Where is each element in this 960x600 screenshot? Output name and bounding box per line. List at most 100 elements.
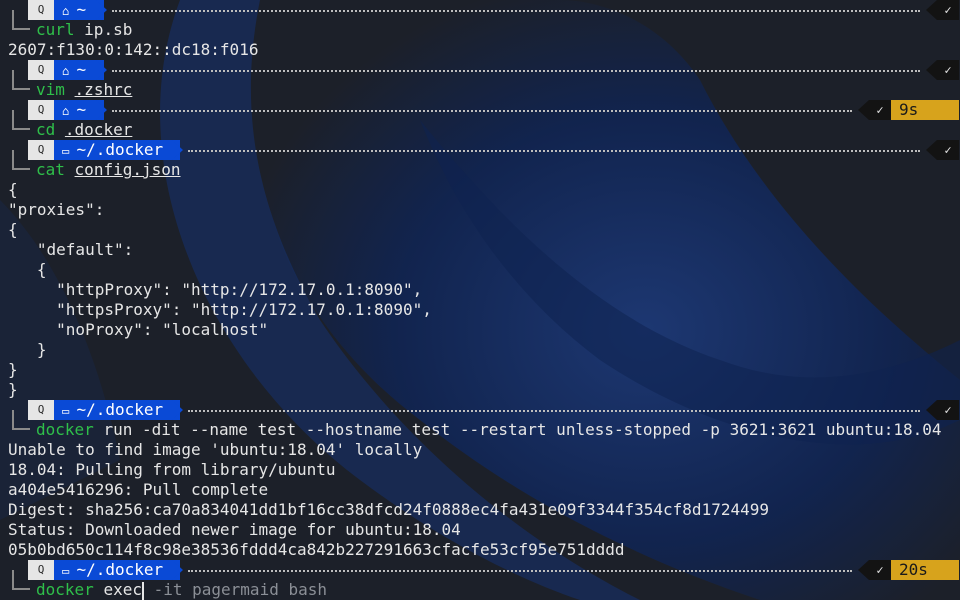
prompt-connector (12, 570, 30, 590)
home-icon: ⌂ (62, 4, 77, 18)
prompt-directory: ▭ ~/.docker (54, 400, 180, 420)
command-line[interactable]: cd .docker (36, 120, 132, 140)
penguin-icon: Q (28, 140, 54, 160)
prompt-line: Q ⌂ ~ ✓ (8, 0, 960, 20)
prompt-line: Q ⌂ ~ ✓ (8, 60, 960, 80)
output-line: a404e5416296: Pull complete (8, 480, 269, 499)
command-name: docker (36, 580, 94, 599)
penguin-icon: Q (28, 60, 54, 80)
command-name: cat (36, 160, 65, 179)
prompt-dotted-fill (188, 410, 920, 412)
status-arrow (858, 560, 869, 580)
prompt-directory-text: ~ (76, 60, 87, 79)
output-line: 05b0bd650c114f8c98e38536fddd4ca842b22729… (8, 540, 625, 559)
command-line[interactable]: curl ip.sb (36, 20, 132, 40)
output-line: 2607:f130:0:142::dc18:f016 (8, 40, 259, 59)
command-name: docker (36, 420, 94, 439)
prompt-connector (12, 110, 30, 130)
status-ok-icon: ✓ (869, 100, 891, 120)
prompt-arrow (172, 560, 183, 580)
command-args: ip.sb (84, 20, 133, 39)
prompt-directory: ▭ ~/.docker (54, 140, 180, 160)
prompt-directory-text: ~/.docker (76, 140, 164, 159)
status-ok-icon: ✓ (937, 400, 959, 420)
prompt-directory-text: ~/.docker (76, 400, 164, 419)
prompt-dotted-fill (112, 70, 920, 72)
command-args: run -dit --name test --hostname test --r… (103, 420, 942, 439)
command-args: config.json (74, 160, 181, 179)
prompt-arrow (96, 0, 107, 20)
prompt-directory-text: ~/.docker (76, 560, 164, 579)
status-ok-icon: ✓ (937, 140, 959, 160)
prompt-directory-text: ~ (76, 100, 87, 119)
output-line: } (8, 340, 47, 359)
command-name: vim (36, 80, 65, 99)
output-line: "httpProxy": "http://172.17.0.1:8090", (8, 280, 423, 299)
status-arrow (858, 100, 869, 120)
autosuggestion-text: -it pagermaid bash (143, 580, 327, 599)
folder-icon: ▭ (62, 144, 77, 158)
command-line[interactable]: docker run -dit --name test --hostname t… (36, 420, 942, 440)
penguin-icon: Q (28, 560, 54, 580)
prompt-line: Q ▭ ~/.docker ✓ (8, 140, 960, 160)
output-line: "httpsProxy": "http://172.17.0.1:8090", (8, 300, 432, 319)
output-line: } (8, 360, 18, 379)
prompt-directory-text: ~ (76, 0, 87, 19)
prompt-arrow (172, 140, 183, 160)
prompt-line: Q ⌂ ~ ✓ 9s (8, 100, 960, 120)
command-args: .docker (64, 120, 133, 139)
output-line: "default": (8, 240, 134, 259)
command-duration: 9s (891, 100, 959, 120)
prompt-arrow (172, 400, 183, 420)
command-duration: 20s (891, 560, 959, 580)
penguin-icon: Q (28, 0, 54, 20)
home-icon: ⌂ (62, 104, 77, 118)
prompt-connector (12, 70, 30, 90)
command-space (55, 120, 65, 139)
typed-text: exec (103, 580, 142, 599)
output-line: { (8, 220, 18, 239)
status-arrow (926, 0, 937, 20)
status-ok-icon: ✓ (937, 60, 959, 80)
penguin-icon: Q (28, 400, 54, 420)
command-space (94, 420, 104, 439)
prompt-line: Q ▭ ~/.docker ✓ (8, 400, 960, 420)
prompt-connector (12, 410, 30, 430)
prompt-dotted-fill (188, 570, 852, 572)
folder-icon: ▭ (62, 564, 77, 578)
status-arrow (926, 140, 937, 160)
command-args: .zshrc (74, 80, 133, 99)
output-line: Status: Downloaded newer image for ubunt… (8, 520, 461, 539)
prompt-directory: ▭ ~/.docker (54, 560, 180, 580)
prompt-line: Q ▭ ~/.docker ✓ 20s (8, 560, 960, 580)
output-line: "noProxy": "localhost" (8, 320, 269, 339)
command-name: curl (36, 20, 75, 39)
status-ok-icon: ✓ (937, 0, 959, 20)
prompt-dotted-fill (112, 110, 852, 112)
command-name: cd (36, 120, 56, 139)
status-arrow (926, 400, 937, 420)
output-line: 18.04: Pulling from library/ubuntu (8, 460, 336, 479)
output-line: Digest: sha256:ca70a834041dd1bf16cc38dfc… (8, 500, 769, 519)
status-ok-icon: ✓ (869, 560, 891, 580)
command-line[interactable]: vim .zshrc (36, 80, 132, 100)
status-arrow (926, 60, 937, 80)
terminal-window[interactable]: Q ⌂ ~ ✓ curl ip.sb 2607:f130:0:142::dc18:f01… (0, 0, 960, 600)
home-icon: ⌂ (62, 64, 77, 78)
prompt-connector (12, 150, 30, 170)
prompt-dotted-fill (112, 10, 920, 12)
output-line: { (8, 180, 18, 199)
prompt-dotted-fill (188, 150, 920, 152)
output-line: Unable to find image 'ubuntu:18.04' loca… (8, 440, 423, 459)
folder-icon: ▭ (62, 404, 77, 418)
command-space (75, 20, 85, 39)
penguin-icon: Q (28, 100, 54, 120)
command-space (65, 80, 75, 99)
command-line[interactable]: cat config.json (36, 160, 181, 180)
output-line: } (8, 380, 18, 399)
prompt-arrow (96, 60, 107, 80)
command-space (65, 160, 75, 179)
current-command-input[interactable]: docker exec -it pagermaid bash (36, 580, 327, 600)
prompt-arrow (96, 100, 107, 120)
output-line: { (8, 260, 47, 279)
